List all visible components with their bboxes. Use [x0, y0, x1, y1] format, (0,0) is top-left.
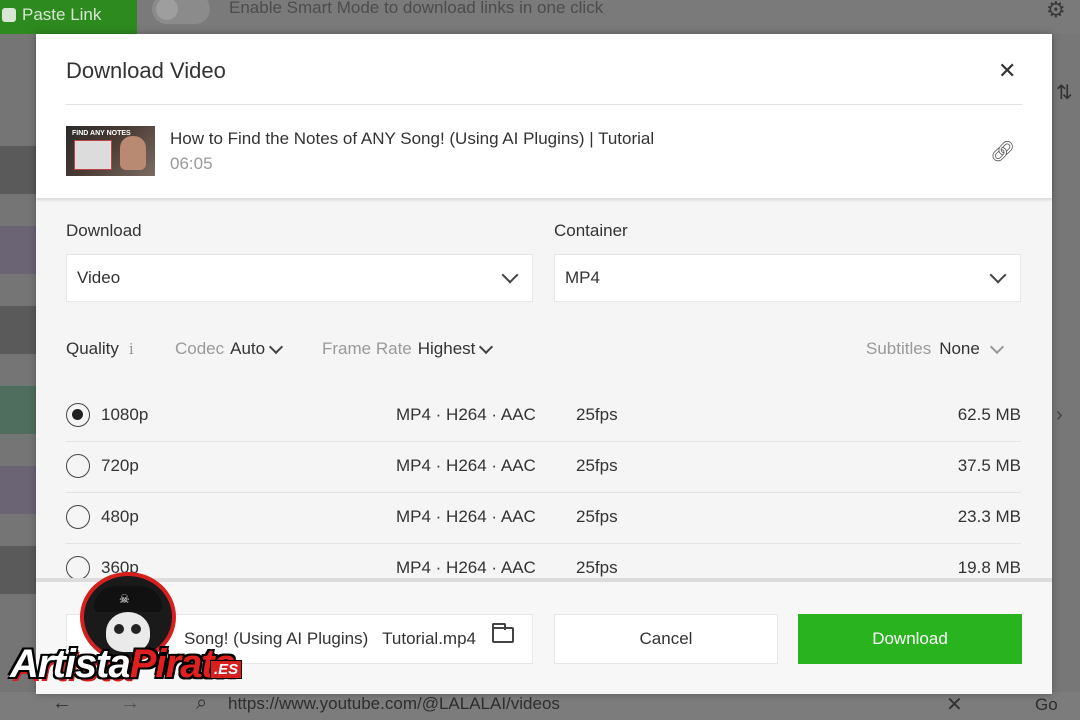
go-button[interactable]: Go: [1035, 695, 1058, 715]
codec-dropdown[interactable]: Codec Auto: [175, 339, 284, 359]
chevron-down-icon: [501, 266, 519, 284]
codec-label: Codec: [175, 339, 225, 358]
download-type-select[interactable]: Video: [66, 254, 533, 302]
quality-resolution: 480p: [101, 507, 139, 526]
quality-fps: 25fps: [576, 456, 618, 475]
paste-link-button[interactable]: Paste Link: [0, 0, 137, 34]
list-thumbnail[interactable]: [0, 146, 36, 194]
subtitles-dropdown[interactable]: Subtitles None: [866, 339, 1004, 359]
quality-format: MP4 · H264 · AAC: [396, 405, 536, 424]
dialog-header: Download Video ✕ FIND ANY NOTES How to F…: [36, 34, 1052, 198]
chevron-down-icon: [479, 339, 494, 354]
quality-resolution: 1080p: [101, 405, 149, 424]
quality-option-row[interactable]: 480p MP4 · H264 · AAC 25fps 23.3 MB: [66, 493, 1021, 544]
watermark-brand: ArtistaPirata: [10, 642, 236, 687]
clear-icon[interactable]: ✕: [946, 692, 963, 717]
list-thumbnail[interactable]: [0, 466, 36, 514]
skull-eye: [114, 624, 124, 634]
quality-format: MP4 · H264 · AAC: [396, 558, 536, 577]
chevron-down-icon: [269, 339, 284, 354]
quality-fps: 25fps: [576, 507, 618, 526]
folder-icon[interactable]: [492, 623, 514, 643]
thumbnail-person: [120, 136, 146, 170]
container-select[interactable]: MP4: [554, 254, 1021, 302]
header-divider: [66, 104, 1022, 105]
chevron-down-icon: [989, 266, 1007, 284]
quality-fps: 25fps: [576, 558, 618, 577]
download-type-label: Download: [66, 221, 142, 240]
address-url[interactable]: https://www.youtube.com/@LALALAI/videos: [228, 694, 560, 714]
paste-icon: [2, 8, 16, 22]
crossbones-icon: ☠: [119, 592, 130, 606]
quality-fps: 25fps: [576, 405, 618, 424]
container-value: MP4: [565, 268, 600, 287]
quality-size: 23.3 MB: [957, 507, 1021, 526]
download-type-value: Video: [77, 268, 121, 287]
quality-format: MP4 · H264 · AAC: [396, 507, 536, 526]
subtitles-label: Subtitles: [866, 339, 932, 358]
skull-eye: [131, 624, 141, 634]
watermark-tld: .ES: [210, 660, 243, 679]
radio-selected[interactable]: [66, 403, 90, 427]
frame-rate-value: Highest: [417, 339, 476, 358]
thumbnail-screen: [74, 140, 112, 170]
download-button[interactable]: Download: [798, 614, 1022, 664]
quality-resolution: 720p: [101, 456, 139, 475]
radio-unselected[interactable]: [66, 454, 90, 478]
quality-size: 19.8 MB: [957, 558, 1021, 577]
quality-label: Quality: [66, 339, 119, 358]
paste-link-label: Paste Link: [22, 5, 102, 24]
chevron-down-icon: [989, 339, 1004, 354]
gear-icon[interactable]: ⚙: [1046, 0, 1066, 23]
radio-unselected[interactable]: [66, 505, 90, 529]
container-label: Container: [554, 221, 628, 240]
toggle-knob: [156, 0, 178, 20]
thumbnail-text: FIND ANY NOTES: [72, 130, 131, 137]
quality-size: 37.5 MB: [957, 456, 1021, 475]
right-panel-strip: [1052, 34, 1080, 694]
codec-value: Auto: [230, 339, 266, 358]
smart-mode-text: Enable Smart Mode to download links in o…: [229, 0, 604, 17]
video-title: How to Find the Notes of ANY Song! (Usin…: [170, 129, 655, 148]
frame-rate-dropdown[interactable]: Frame Rate Highest: [322, 339, 494, 359]
dialog-title: Download Video: [66, 58, 226, 83]
video-thumbnail: FIND ANY NOTES: [66, 126, 155, 176]
sort-icon[interactable]: ⇅: [1056, 80, 1073, 105]
quality-format: MP4 · H264 · AAC: [396, 456, 536, 475]
link-icon[interactable]: 🔗︎: [990, 139, 1015, 164]
info-icon[interactable]: i: [129, 340, 134, 358]
quality-option-row[interactable]: 1080p MP4 · H264 · AAC 25fps 62.5 MB: [66, 391, 1021, 442]
watermark-logo: ☠ ArtistaPirata .ES: [10, 570, 250, 700]
chevron-right-icon[interactable]: ›: [1056, 404, 1063, 427]
list-thumbnail[interactable]: [0, 306, 36, 354]
quality-option-row[interactable]: 720p MP4 · H264 · AAC 25fps 37.5 MB: [66, 442, 1021, 493]
list-thumbnail[interactable]: [0, 386, 36, 434]
quality-size: 62.5 MB: [957, 405, 1021, 424]
cancel-button[interactable]: Cancel: [554, 614, 778, 664]
close-icon[interactable]: ✕: [998, 58, 1016, 84]
quality-heading: Quality i: [66, 339, 134, 359]
list-thumbnail[interactable]: [0, 226, 36, 274]
smart-mode-toggle[interactable]: [152, 0, 210, 24]
frame-rate-label: Frame Rate: [322, 339, 412, 358]
watermark-brand-a: Artista: [10, 642, 131, 686]
video-duration: 06:05: [170, 154, 213, 173]
subtitles-value: None: [939, 339, 980, 358]
